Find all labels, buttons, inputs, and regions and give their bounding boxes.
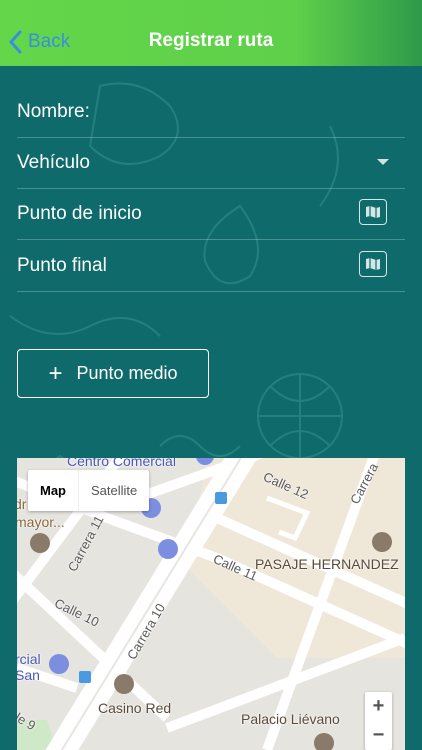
punto-final-field[interactable]: Punto final bbox=[17, 240, 405, 292]
map-label-dr: dr bbox=[17, 496, 27, 512]
map-label-casino-red: Casino Red bbox=[98, 700, 172, 716]
zoom-out-button[interactable]: − bbox=[365, 721, 392, 750]
caret-down-icon bbox=[377, 159, 389, 165]
map-type-map-button[interactable]: Map bbox=[28, 470, 78, 511]
map-icon[interactable] bbox=[359, 199, 387, 225]
map-type-satellite-button[interactable]: Satellite bbox=[78, 470, 149, 511]
page-title: Registrar ruta bbox=[148, 30, 274, 51]
punto-inicio-field[interactable]: Punto de inicio bbox=[17, 188, 405, 240]
nombre-label: Nombre: bbox=[17, 100, 90, 122]
map-icon[interactable] bbox=[359, 251, 387, 277]
zoom-in-button[interactable]: + bbox=[365, 692, 392, 721]
map-label-palacio-lievano: Palacio Liévano bbox=[241, 711, 340, 727]
map-type-control: Map Satellite bbox=[28, 470, 150, 511]
vehiculo-label: Vehículo bbox=[17, 151, 90, 173]
map-label-pasaje-hernandez: PASAJE HERNANDEZ bbox=[255, 556, 399, 572]
add-punto-medio-button[interactable]: + Punto medio bbox=[17, 349, 209, 398]
map-view[interactable]: Centro Comercial dr mayor... Carrera 11 … bbox=[17, 458, 405, 750]
map-label-rcial: rcial bbox=[17, 651, 41, 667]
plus-icon: + bbox=[48, 359, 63, 387]
map-label-mayor: mayor... bbox=[17, 514, 65, 530]
nombre-field[interactable]: Nombre: bbox=[17, 86, 405, 138]
map-label-centro-comercial: Centro Comercial bbox=[67, 458, 176, 469]
punto-medio-label: Punto medio bbox=[76, 363, 178, 383]
nav-bar: Back Registrar ruta bbox=[0, 0, 422, 66]
map-label-san: San bbox=[17, 667, 40, 683]
vehiculo-select[interactable]: Vehículo bbox=[17, 137, 405, 189]
punto-inicio-label: Punto de inicio bbox=[17, 202, 142, 224]
punto-final-label: Punto final bbox=[17, 254, 107, 276]
zoom-control: + − bbox=[365, 692, 392, 750]
